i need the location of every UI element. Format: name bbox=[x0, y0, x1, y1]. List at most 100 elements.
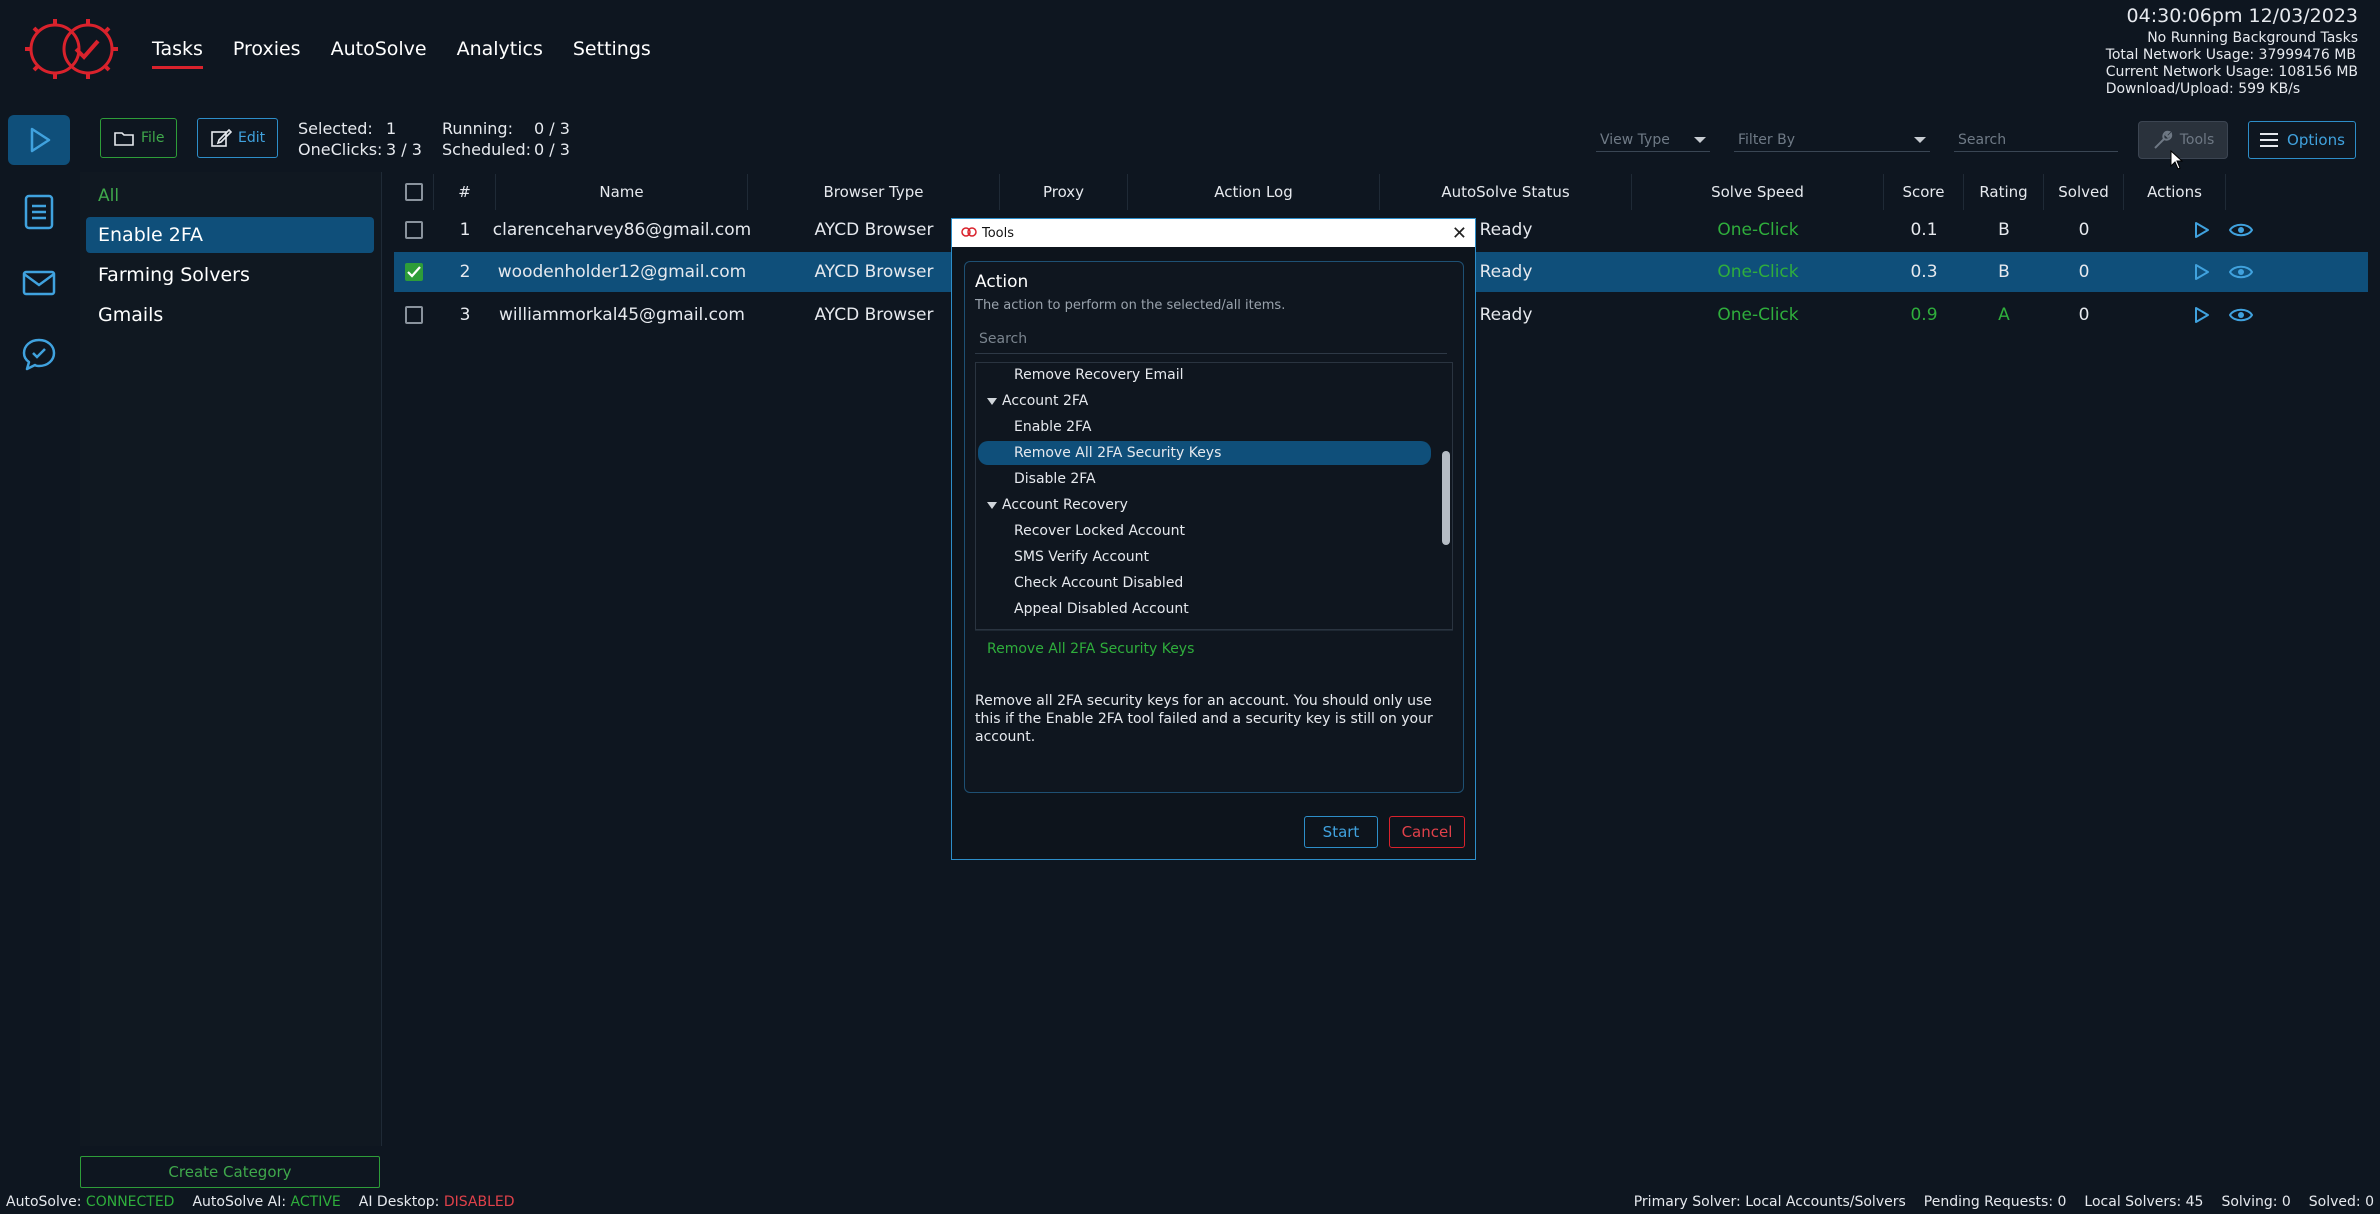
rail-tasks-button[interactable] bbox=[8, 115, 70, 165]
row-number: 3 bbox=[459, 305, 471, 325]
action-help-text: Remove all 2FA security keys for an acco… bbox=[975, 693, 1433, 745]
ai-desktop-status: AI Desktop: DISABLED bbox=[358, 1194, 515, 1210]
tree-item[interactable]: Check Account Disabled bbox=[976, 571, 1431, 595]
mail-icon bbox=[22, 270, 56, 296]
status-bar: AutoSolve: CONNECTED AutoSolve AI: ACTIV… bbox=[0, 1192, 2380, 1214]
row-checkbox[interactable] bbox=[405, 263, 423, 281]
category-gmails[interactable]: Gmails bbox=[86, 297, 374, 333]
row-rating: B bbox=[1998, 262, 2010, 282]
header-solve-speed[interactable]: Solve Speed bbox=[1632, 174, 1884, 210]
task-search-input[interactable]: Search bbox=[1954, 128, 2118, 152]
row-score: 0.3 bbox=[1910, 262, 1938, 282]
tree-item[interactable]: Appeal Disabled Account bbox=[976, 597, 1431, 621]
eye-icon[interactable] bbox=[2226, 210, 2256, 250]
rail-documents-button[interactable] bbox=[8, 187, 70, 237]
play-icon[interactable] bbox=[2188, 295, 2214, 335]
solved-count: Solved: 0 bbox=[2308, 1194, 2374, 1210]
tree-item[interactable]: Enable 2FA bbox=[976, 415, 1431, 439]
create-category-button[interactable]: Create Category bbox=[80, 1156, 380, 1188]
document-icon bbox=[24, 194, 54, 230]
scheduled-label: Scheduled: bbox=[442, 140, 532, 159]
play-icon[interactable] bbox=[2188, 210, 2214, 250]
header-score[interactable]: Score bbox=[1884, 174, 1964, 210]
header-browser-type[interactable]: Browser Type bbox=[748, 174, 1000, 210]
header-solved[interactable]: Solved bbox=[2044, 174, 2124, 210]
action-heading: Action bbox=[975, 272, 1029, 292]
nav-proxies[interactable]: Proxies bbox=[233, 38, 301, 69]
row-name: woodenholder12@gmail.com bbox=[497, 262, 747, 282]
row-checkbox[interactable] bbox=[405, 306, 423, 324]
select-all-checkbox[interactable] bbox=[404, 183, 423, 201]
dialog-title: Tools bbox=[982, 225, 1015, 241]
tree-group-account-recovery[interactable]: Account Recovery bbox=[976, 493, 1128, 517]
row-rating: B bbox=[1998, 220, 2010, 240]
nav-tasks[interactable]: Tasks bbox=[152, 38, 203, 69]
task-stats-left: Selected: 1 OneClicks: 3 / 3 bbox=[298, 118, 422, 160]
primary-solver: Primary Solver: Local Accounts/Solvers bbox=[1633, 1194, 1906, 1210]
running-label: Running: bbox=[442, 119, 513, 138]
system-info: 04:30:06pm 12/03/2023 No Running Backgro… bbox=[2106, 4, 2358, 98]
running-value: 0 / 3 bbox=[534, 119, 570, 138]
file-button[interactable]: File bbox=[100, 118, 178, 158]
selected-value: 1 bbox=[386, 119, 397, 138]
autosolve-ai-status: AutoSolve AI: ACTIVE bbox=[192, 1194, 341, 1210]
header-number[interactable]: # bbox=[434, 174, 496, 210]
tree-item-selected[interactable]: Remove All 2FA Security Keys bbox=[978, 441, 1431, 465]
tree-group-account-2fa[interactable]: Account 2FA bbox=[976, 389, 1088, 413]
selected-label: Selected: bbox=[298, 119, 373, 138]
cancel-button[interactable]: Cancel bbox=[1389, 816, 1465, 848]
category-farming-solvers[interactable]: Farming Solvers bbox=[86, 257, 374, 293]
header-rating[interactable]: Rating bbox=[1964, 174, 2044, 210]
tree-scrollbar[interactable] bbox=[1442, 451, 1450, 545]
local-solvers: Local Solvers: 45 bbox=[2084, 1194, 2204, 1210]
header-name[interactable]: Name bbox=[496, 174, 748, 210]
scheduled-value: 0 / 3 bbox=[534, 140, 570, 159]
header-action-log[interactable]: Action Log bbox=[1128, 174, 1380, 210]
close-icon[interactable]: ✕ bbox=[1452, 223, 1467, 244]
header-proxy[interactable]: Proxy bbox=[1000, 174, 1128, 210]
tools-dialog: Tools ✕ Action The action to perform on … bbox=[951, 218, 1476, 860]
folder-icon bbox=[114, 132, 134, 146]
tree-item[interactable]: Remove Recovery Email bbox=[976, 363, 1431, 387]
chevron-down-icon bbox=[1694, 136, 1706, 143]
action-description: The action to perform on the selected/al… bbox=[975, 298, 1286, 313]
task-stats-right: Running: 0 / 3 Scheduled: 0 / 3 bbox=[442, 118, 570, 160]
play-icon[interactable] bbox=[2188, 252, 2214, 292]
category-enable-2fa[interactable]: Enable 2FA bbox=[86, 217, 374, 253]
options-button[interactable]: Options bbox=[2248, 121, 2356, 159]
rail-chat-button[interactable] bbox=[8, 329, 70, 379]
filter-by-dropdown[interactable]: Filter By bbox=[1734, 128, 1930, 152]
oneclicks-value: 3 / 3 bbox=[386, 140, 422, 159]
action-section: Action The action to perform on the sele… bbox=[964, 261, 1464, 793]
tree-item[interactable]: SMS Verify Account bbox=[976, 545, 1431, 569]
nav-settings[interactable]: Settings bbox=[573, 38, 651, 69]
row-checkbox-cell bbox=[394, 210, 434, 250]
header-actions: Actions bbox=[2124, 174, 2226, 210]
start-button[interactable]: Start bbox=[1304, 816, 1378, 848]
category-all[interactable]: All bbox=[86, 178, 374, 214]
tree-item[interactable]: Disable 2FA bbox=[976, 467, 1431, 491]
row-speed: One-Click bbox=[1717, 305, 1799, 325]
solving-count: Solving: 0 bbox=[2221, 1194, 2291, 1210]
rail-mail-button[interactable] bbox=[8, 258, 70, 308]
selected-action-value: Remove All 2FA Security Keys bbox=[975, 630, 1453, 666]
wrench-icon bbox=[2154, 130, 2172, 149]
row-rating: A bbox=[1998, 305, 2010, 325]
expand-triangle-icon bbox=[987, 502, 997, 509]
row-speed: One-Click bbox=[1717, 262, 1799, 282]
row-checkbox-cell bbox=[394, 295, 434, 335]
view-type-dropdown[interactable]: View Type bbox=[1596, 128, 1710, 152]
row-checkbox[interactable] bbox=[405, 221, 423, 239]
tree-item[interactable]: Recover Locked Account bbox=[976, 519, 1431, 543]
status-right: Primary Solver: Local Accounts/Solvers P… bbox=[1634, 1194, 2374, 1210]
autosolve-status: AutoSolve: CONNECTED bbox=[6, 1194, 175, 1210]
edit-button[interactable]: Edit bbox=[197, 118, 279, 158]
header-autosolve-status[interactable]: AutoSolve Status bbox=[1380, 174, 1632, 210]
mouse-cursor-icon bbox=[2170, 150, 2184, 170]
row-solved: 0 bbox=[2078, 220, 2090, 240]
action-search-input[interactable]: Search bbox=[975, 324, 1447, 354]
eye-icon[interactable] bbox=[2226, 252, 2256, 292]
nav-analytics[interactable]: Analytics bbox=[457, 38, 543, 69]
eye-icon[interactable] bbox=[2226, 295, 2256, 335]
nav-autosolve[interactable]: AutoSolve bbox=[331, 38, 427, 69]
